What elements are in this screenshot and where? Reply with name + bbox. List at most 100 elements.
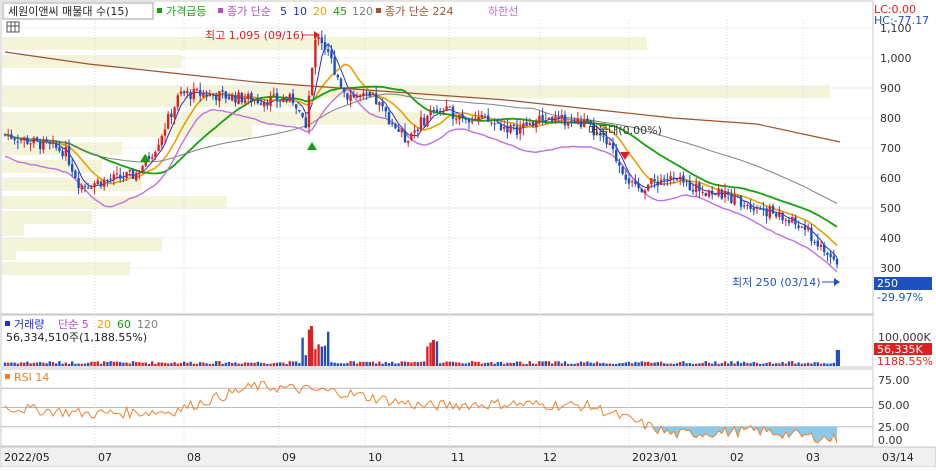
volume-bar — [68, 364, 70, 366]
candle-body — [199, 90, 201, 96]
vol-legend-ma60: 60 — [117, 318, 131, 331]
volume-bar — [65, 363, 67, 366]
volume-bar — [183, 362, 185, 366]
candle-body — [759, 209, 761, 210]
candle-body — [122, 178, 124, 179]
volume-bar — [253, 363, 255, 366]
candle-body — [167, 114, 169, 129]
volume-bar — [356, 364, 358, 366]
x-label: 03 — [806, 451, 820, 464]
candle-body — [237, 92, 239, 104]
volume-bar — [666, 364, 668, 366]
volume-bar — [823, 363, 825, 366]
x-label: 10 — [368, 451, 382, 464]
volume-bar — [583, 363, 585, 366]
candle-body — [90, 188, 92, 189]
candle-body — [177, 95, 179, 107]
volume-bar — [509, 363, 511, 366]
candle-body — [657, 181, 659, 185]
volume-bar — [660, 362, 662, 366]
legend-marker — [157, 8, 162, 13]
price-tick: 300 — [880, 262, 901, 275]
candle-body — [362, 93, 364, 96]
candle-body — [753, 208, 755, 211]
volume-bar — [305, 355, 307, 366]
volume-profile-bar — [2, 178, 142, 191]
volume-bar — [541, 361, 543, 366]
volume-bar — [602, 363, 604, 366]
candle-body — [781, 213, 783, 221]
volume-bar — [263, 363, 265, 366]
volume-bar — [657, 362, 659, 366]
volume-bar — [241, 364, 243, 366]
volume-bar — [125, 363, 127, 366]
candle-body — [324, 42, 326, 49]
volume-bar — [87, 363, 89, 366]
volume-bar — [746, 363, 748, 366]
candle-body — [474, 118, 476, 119]
volume-bar — [599, 363, 601, 366]
volume-bar — [471, 361, 473, 366]
volume-bar — [545, 361, 547, 366]
candle-body — [413, 130, 415, 132]
candle-body — [253, 100, 255, 101]
volume-bar — [781, 362, 783, 366]
volume-bar — [637, 362, 639, 366]
volume-bar — [785, 364, 787, 366]
table-icon[interactable] — [7, 22, 19, 32]
volume-bar — [490, 362, 492, 366]
candle-body — [196, 89, 198, 90]
volume-bar — [529, 361, 531, 366]
volume-bar — [432, 340, 435, 366]
candle-body — [583, 120, 585, 127]
candle-body — [833, 256, 835, 259]
candle-body — [260, 103, 262, 105]
candle-body — [663, 179, 665, 180]
volume-bar — [570, 364, 572, 366]
volume-bar — [205, 363, 207, 366]
candle-body — [68, 146, 70, 165]
candle-body — [458, 115, 460, 120]
candle-body — [637, 183, 639, 187]
candle-body — [58, 147, 60, 150]
candle-body — [257, 99, 259, 103]
candle-body — [317, 37, 319, 39]
volume-bar — [81, 364, 83, 366]
volume-profile-label: 매물대(0.00%) — [588, 124, 662, 137]
x-label: 02 — [730, 451, 744, 464]
volume-bar — [717, 364, 719, 366]
price-tick: 500 — [880, 202, 901, 215]
candle-body — [385, 107, 387, 111]
candle-body — [762, 208, 764, 209]
candle-body — [836, 259, 838, 265]
volume-bar — [333, 363, 335, 366]
candle-body — [439, 111, 441, 112]
volume-bar — [682, 361, 684, 366]
volume-bar — [714, 361, 716, 366]
volume-bar — [609, 363, 611, 366]
volume-bar — [506, 363, 508, 366]
candle-body — [65, 147, 67, 156]
volume-bar — [77, 364, 79, 366]
volume-bar — [647, 362, 649, 366]
volume-bar — [711, 364, 713, 366]
volume-bar — [628, 362, 630, 366]
candle-body — [215, 96, 217, 101]
candle-body — [423, 118, 425, 126]
volume-bar — [769, 362, 771, 366]
candle-body — [429, 111, 431, 115]
candle-body — [529, 123, 531, 125]
candle-body — [564, 115, 566, 125]
volume-bar — [244, 362, 246, 366]
volume-bar — [737, 361, 739, 366]
candle-body — [791, 217, 793, 222]
volume-bar — [42, 363, 44, 366]
candle-body — [289, 94, 291, 101]
volume-bar — [634, 362, 636, 366]
candle-body — [532, 122, 534, 126]
candle-body — [17, 142, 19, 143]
candle-body — [730, 194, 732, 203]
volume-bar — [759, 364, 761, 366]
volume-bar — [381, 364, 383, 366]
candle-body — [308, 96, 310, 128]
